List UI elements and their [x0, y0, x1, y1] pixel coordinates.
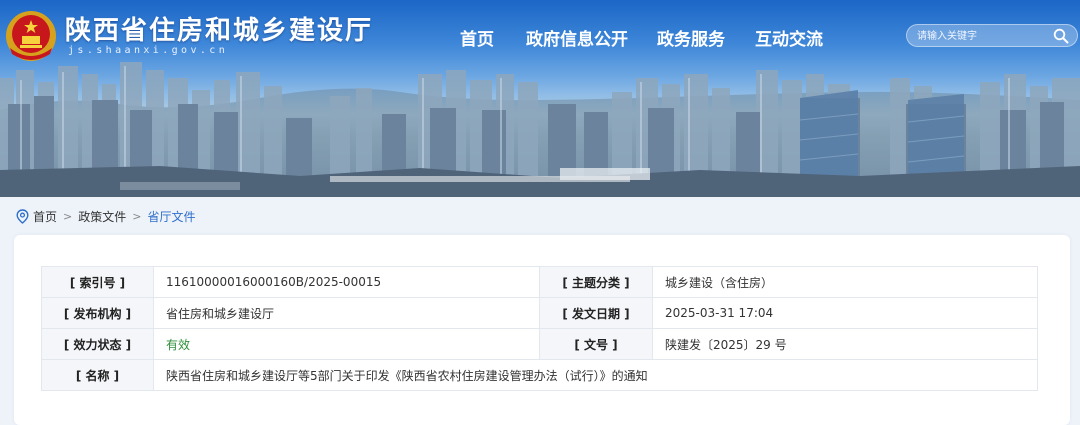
document-card: [ 索引号 ] 11610000016000160B/2025-00015 [ …: [14, 235, 1070, 425]
breadcrumb-separator: >: [132, 209, 142, 223]
table-row: [ 发布机构 ] 省住房和城乡建设厅 [ 发文日期 ] 2025-03-31 1…: [41, 297, 1038, 329]
breadcrumb: 首页 > 政策文件 > 省厅文件: [16, 206, 195, 226]
search-input[interactable]: [917, 28, 1047, 44]
location-pin-icon: [16, 208, 29, 224]
index-number-value: 11610000016000160B/2025-00015: [153, 266, 540, 298]
table-row: [ 名称 ] 陕西省住房和城乡建设厅等5部门关于印发《陕西省农村住房建设管理办法…: [41, 359, 1038, 391]
search-box: [906, 24, 1078, 47]
table-row: [ 效力状态 ] 有效 [ 文号 ] 陕建发〔2025〕29 号: [41, 328, 1038, 360]
document-meta-table: [ 索引号 ] 11610000016000160B/2025-00015 [ …: [41, 266, 1038, 391]
index-number-label: [ 索引号 ]: [41, 266, 154, 298]
breadcrumb-home[interactable]: 首页: [33, 208, 57, 225]
document-name-value: 陕西省住房和城乡建设厅等5部门关于印发《陕西省农村住房建设管理办法（试行）》的通…: [153, 359, 1038, 391]
nav-interaction[interactable]: 互动交流: [755, 25, 823, 50]
search-icon[interactable]: [1053, 28, 1069, 44]
topic-category-value: 城乡建设（含住房）: [652, 266, 1038, 298]
breadcrumb-policy-docs[interactable]: 政策文件: [78, 208, 126, 225]
document-name-label: [ 名称 ]: [41, 359, 154, 391]
document-number-label: [ 文号 ]: [539, 328, 653, 360]
nav-home[interactable]: 首页: [460, 25, 494, 50]
issue-date-value: 2025-03-31 17:04: [652, 297, 1038, 329]
breadcrumb-separator: >: [63, 209, 73, 223]
nav-services[interactable]: 政务服务: [657, 25, 725, 50]
validity-status-value: 有效: [153, 328, 540, 360]
table-row: [ 索引号 ] 11610000016000160B/2025-00015 [ …: [41, 266, 1038, 298]
publisher-label: [ 发布机构 ]: [41, 297, 154, 329]
issue-date-label: [ 发文日期 ]: [539, 297, 653, 329]
header-banner: 陕西省住房和城乡建设厅 js.shaanxi.gov.cn 首页 政府信息公开 …: [0, 0, 1080, 197]
document-number-value: 陕建发〔2025〕29 号: [652, 328, 1038, 360]
topic-category-label: [ 主题分类 ]: [539, 266, 653, 298]
site-title[interactable]: 陕西省住房和城乡建设厅: [65, 10, 373, 47]
site-domain: js.shaanxi.gov.cn: [68, 45, 229, 56]
validity-status-label: [ 效力状态 ]: [41, 328, 154, 360]
nav-gov-info[interactable]: 政府信息公开: [526, 25, 628, 50]
site-header: 陕西省住房和城乡建设厅 js.shaanxi.gov.cn 首页 政府信息公开 …: [0, 0, 1080, 70]
national-emblem-icon: [6, 11, 56, 61]
breadcrumb-dept-docs[interactable]: 省厅文件: [147, 208, 195, 225]
publisher-value: 省住房和城乡建设厅: [153, 297, 540, 329]
